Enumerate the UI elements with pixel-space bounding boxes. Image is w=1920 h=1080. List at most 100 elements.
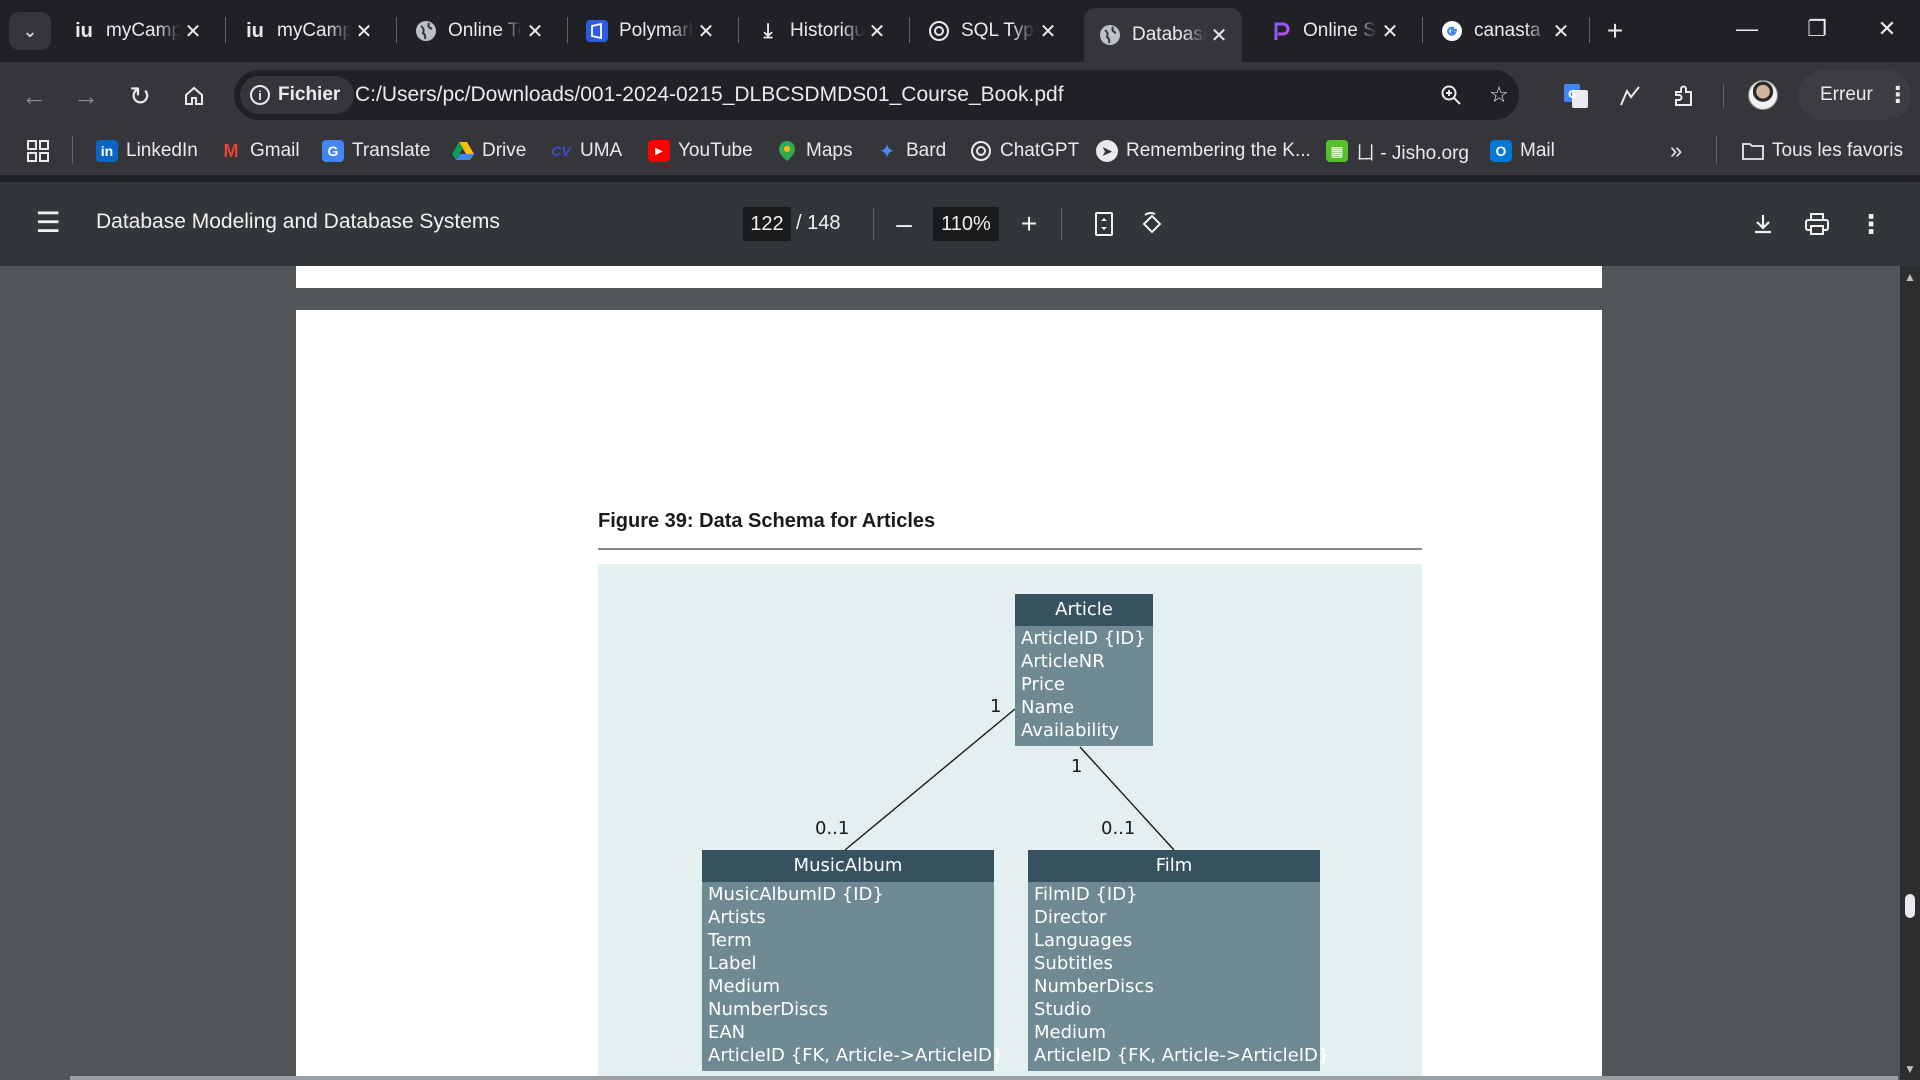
info-icon: i	[250, 85, 270, 105]
tab[interactable]: iu myCampus ✕	[229, 8, 387, 54]
rtk-icon: ➤	[1096, 140, 1118, 162]
bookmark-rtk[interactable]: ➤ Remembering the K...	[1096, 136, 1311, 166]
address-bar[interactable]: i Fichier C:/Users/pc/Downloads/001-2024…	[234, 70, 1519, 120]
tab[interactable]: Online S ✕	[1255, 8, 1413, 54]
youtube-icon: ▶	[648, 140, 670, 162]
attribute: Name	[1021, 697, 1075, 718]
extensions-icon[interactable]	[1664, 76, 1704, 116]
restore-button[interactable]: ❐	[1782, 0, 1852, 58]
more-actions-button[interactable]: ⋮	[1853, 206, 1889, 242]
google-translate-icon[interactable]: G	[1556, 76, 1596, 116]
bookmark-drive[interactable]: Drive	[452, 136, 526, 166]
bookmark-linkedin[interactable]: in LinkedIn	[96, 136, 198, 166]
page-number-input[interactable]: 122	[743, 207, 791, 241]
download-button[interactable]	[1745, 206, 1781, 242]
attribute: NumberDiscs	[1034, 976, 1154, 997]
site-info-chip[interactable]: i Fichier	[240, 76, 355, 114]
tab[interactable]: canasta ✕	[1426, 8, 1584, 54]
profile-error-button[interactable]: Erreur ⋮	[1798, 70, 1911, 120]
tab-search-button[interactable]: ⌄	[9, 12, 51, 50]
scroll-down-icon[interactable]: ▼	[1904, 1062, 1916, 1076]
bookmark-mail[interactable]: O Mail	[1490, 136, 1555, 166]
all-bookmarks-folder[interactable]: Tous les favoris	[1742, 136, 1903, 166]
print-button[interactable]	[1799, 206, 1835, 242]
attribute: ArticleID {FK, Article->ArticleID}	[708, 1045, 1004, 1066]
bookmark-star-icon[interactable]: ☆	[1484, 80, 1514, 110]
more-bookmarks-button[interactable]: »	[1670, 136, 1682, 166]
tab[interactable]: iu myCampus ✕	[58, 8, 216, 54]
gmail-icon: M	[223, 140, 239, 161]
bookmark-youtube[interactable]: ▶ YouTube	[648, 136, 753, 166]
attribute: ArticleNR	[1021, 651, 1105, 672]
download-icon: ⤓	[763, 19, 773, 42]
tab[interactable]: ⤓ Historique ✕	[742, 8, 900, 54]
more-vert-icon: ⋮	[1858, 208, 1884, 239]
google-icon	[1440, 19, 1464, 43]
polymarket-icon	[585, 19, 609, 43]
scroll-up-icon[interactable]: ▲	[1904, 270, 1916, 284]
minimize-button[interactable]: —	[1712, 0, 1782, 58]
tab[interactable]: Online Tools ✕	[400, 8, 558, 54]
profile-status-label: Erreur	[1820, 84, 1873, 105]
close-icon[interactable]: ✕	[351, 19, 377, 44]
entity-attributes: ArticleID {ID} ArticleNR Price Name Avai…	[1015, 626, 1153, 746]
bookmark-uma[interactable]: CV UMA	[550, 136, 622, 166]
close-icon[interactable]: ✕	[522, 19, 548, 44]
url-text[interactable]: C:/Users/pc/Downloads/001-2024-0215_DLBC…	[355, 83, 1064, 107]
back-button[interactable]: ←	[14, 76, 54, 116]
pdf-page: Figure 39: Data Schema for Articles Arti…	[296, 310, 1602, 1080]
close-icon: ✕	[1877, 16, 1897, 41]
pen-extension-icon[interactable]	[1610, 76, 1650, 116]
home-button[interactable]	[174, 76, 214, 116]
close-window-button[interactable]: ✕	[1852, 0, 1920, 58]
tab[interactable]: SQL Types ✕	[913, 8, 1071, 54]
tab[interactable]: Polymarket ✕	[571, 8, 729, 54]
new-tab-button[interactable]: +	[1596, 12, 1634, 50]
entity-header: MusicAlbum	[702, 850, 994, 882]
profile-avatar[interactable]	[1748, 80, 1778, 110]
linkedin-icon: in	[96, 140, 118, 162]
zoom-in-button[interactable]: +	[1011, 206, 1047, 242]
attribute: Term	[708, 930, 752, 951]
pdf-viewer[interactable]: Figure 39: Data Schema for Articles Arti…	[0, 266, 1920, 1080]
figure-diagram: Article ArticleID {ID} ArticleNR Price N…	[598, 564, 1422, 1080]
bookmark-chatgpt[interactable]: ChatGPT	[970, 136, 1079, 166]
fit-page-button[interactable]	[1086, 206, 1122, 242]
multiplicity-label: 0..1	[815, 818, 850, 839]
scrollbar-thumb[interactable]	[1905, 894, 1915, 918]
bookmark-maps[interactable]: Maps	[776, 136, 852, 166]
menu-icon[interactable]: ☰	[32, 206, 64, 238]
close-icon[interactable]: ✕	[1206, 23, 1232, 48]
entity-header: Film	[1028, 850, 1320, 882]
bookmark-gmail[interactable]: M Gmail	[220, 136, 300, 166]
rotate-button[interactable]	[1134, 206, 1170, 242]
bookmark-jisho[interactable]: ▦ ㄩ - Jisho.org	[1326, 136, 1469, 166]
bookmark-bard[interactable]: ✦ Bard	[876, 136, 947, 166]
multiplicity-label: 1	[990, 696, 1002, 717]
close-icon[interactable]: ✕	[693, 19, 719, 44]
close-icon[interactable]: ✕	[1035, 19, 1061, 44]
close-icon[interactable]: ✕	[1377, 19, 1403, 44]
zoom-out-button[interactable]: –	[886, 206, 922, 242]
multiplicity-label: 0..1	[1101, 818, 1136, 839]
forward-button[interactable]: →	[66, 76, 106, 116]
bookmarks-items: in LinkedIn M Gmail G Translate Drive CV UMA…	[0, 126, 1920, 176]
close-icon[interactable]: ✕	[1548, 19, 1574, 44]
bookmark-translate[interactable]: G Translate	[322, 136, 431, 166]
download-icon	[1755, 215, 1771, 234]
zoom-icon[interactable]	[1436, 80, 1466, 110]
plus-icon: +	[1020, 208, 1038, 239]
horizontal-scrollbar[interactable]	[70, 1076, 1898, 1080]
vertical-scrollbar[interactable]: ▲ ▼	[1900, 266, 1920, 1080]
close-icon[interactable]: ✕	[180, 19, 206, 44]
entity-header: Article	[1015, 594, 1153, 626]
reload-button[interactable]: ↻	[120, 76, 160, 116]
tab-active[interactable]: Database ✕	[1084, 8, 1242, 62]
p-logo-icon	[1269, 19, 1293, 43]
outlook-icon: O	[1490, 140, 1512, 162]
attribute: Label	[708, 953, 757, 974]
translate-icon: G	[322, 140, 344, 162]
zoom-input[interactable]: 110%	[933, 207, 999, 241]
document-title: Database Modeling and Database Systems	[96, 210, 500, 233]
close-icon[interactable]: ✕	[864, 19, 890, 44]
